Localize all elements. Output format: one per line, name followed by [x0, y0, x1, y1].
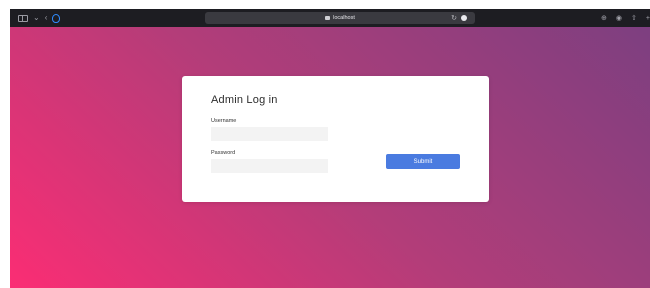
sidebar-icon[interactable] — [18, 14, 28, 22]
chevron-down-icon[interactable]: ⌄ — [33, 14, 40, 22]
share-icon[interactable]: ⇧ — [631, 15, 637, 22]
address-bar[interactable]: localhost ↻ — [205, 12, 475, 24]
username-input[interactable] — [211, 127, 328, 141]
download-icon[interactable]: ⊕ — [601, 15, 607, 22]
username-label: Username — [211, 118, 237, 124]
browser-toolbar: ⌄ ‹ localhost ↻ ⊕ ◉ ⇧ + — [10, 9, 650, 27]
toolbar-left-controls: ⌄ ‹ — [18, 9, 61, 27]
page-title: Admin Log in — [211, 94, 278, 106]
password-label: Password — [211, 150, 236, 156]
page-background: Admin Log in Username Password Submit — [10, 27, 650, 288]
login-card: Admin Log in Username Password Submit — [182, 76, 489, 202]
back-icon[interactable]: ‹ — [45, 14, 48, 22]
password-input[interactable] — [211, 159, 328, 173]
reload-icon[interactable]: ↻ — [451, 14, 457, 22]
address-content: localhost — [205, 12, 475, 24]
lock-icon — [325, 16, 331, 20]
browser-window: ⌄ ‹ localhost ↻ ⊕ ◉ ⇧ + Admin Log in Use… — [10, 9, 650, 288]
page-menu-icon[interactable] — [461, 15, 467, 21]
address-url[interactable]: localhost — [333, 15, 355, 21]
address-actions: ↻ — [451, 12, 467, 24]
extensions-icon[interactable]: ◉ — [616, 15, 622, 22]
shield-icon[interactable] — [52, 13, 61, 23]
new-tab-icon[interactable]: + — [646, 15, 650, 22]
submit-button[interactable]: Submit — [386, 154, 460, 169]
toolbar-right-controls: ⊕ ◉ ⇧ + — [601, 9, 650, 27]
